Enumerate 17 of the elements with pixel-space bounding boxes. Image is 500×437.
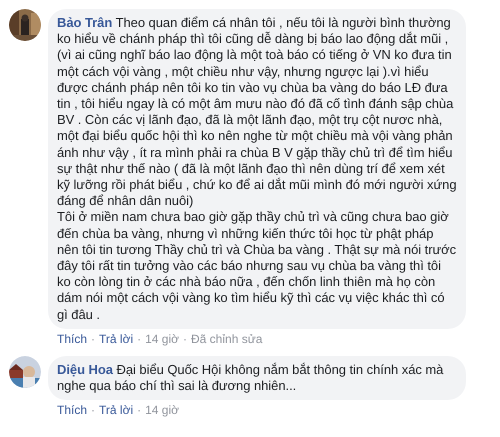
action-link[interactable]: Thích: [57, 403, 88, 418]
comment-text: Bảo Trân Theo quan điểm cá nhân tôi , nếu tôi là người bình thường ko hiểu về chánh pháp thì tôi cũng dễ dàng bị báo lao động dắt mũi , (vì ai cũng nghĩ báo lao động là một toà báo có tiếng ở VN ko đưa tin một cách vội vàng , một chiều như vậy, nhưng ngược lại ).vì hiểu được chánh pháp nên tôi ko tin vào vụ chùa ba vàng do báo LĐ đưa tin , tôi hiểu ngay là có một âm mưu nào đó đã cố tình đánh sập chùa BV . Còn các vị lãnh đạo, đã là một lãnh đạo, một trụ cột nươc nhà, một đại biểu quốc hội thì ko nên nghe từ một chiều mà vội vàng phản ánh như vậy , ít ra mình phải ra chùa B V gặp thầy chủ trì để tìm hiểu sự thật như thế nào ( đã là một lãnh đạo thì nên dùng trí để xem xét kỹ lưỡng rồi phát biểu , chứ ko để ai dắt mũi mình đó mới người xứng đáng để nhân dân nuôi): [57, 15, 458, 210]
action-link[interactable]: Thích: [57, 332, 88, 347]
meta-text: 14 giờ: [145, 403, 179, 418]
comment-text: Tôi ở miền nam chưa bao giờ gặp thầy chủ trì và cũng chưa bao giờ đến chùa ba vàng, nhưng vì những kiến thức tôi học từ phật pháp nên tôi tin tương Thầy chủ trì và Chùa ba vàng . Thật sự mà nói trước đây tôi rất tin tưởng vào các báo nhưng sau vụ chùa ba vàng thì tôi ko còn lòng tin ở các nhà báo nữa , đến chốn linh thiên mà họ còn dám nói một cách vội vàng ko tìm hiểu kỹ thì các vụ việc khác thì có gì đâu .: [57, 209, 458, 323]
comment-text: Diệu Hoa Đại biểu Quốc Hội không nắm bắt thông tin chính xác mà nghe qua báo chí thì sai là đương nhiên...: [57, 362, 444, 394]
separator-dot: ·: [137, 332, 142, 347]
author-link[interactable]: Bảo Trân: [57, 15, 112, 30]
separator-dot: ·: [91, 332, 96, 347]
author-link[interactable]: Diệu Hoa: [57, 362, 113, 377]
separator-dot: ·: [91, 403, 96, 418]
separator-dot: ·: [137, 403, 142, 418]
action-link[interactable]: Trả lời: [99, 403, 134, 418]
separator-dot: ·: [183, 332, 187, 347]
action-link[interactable]: Trả lời: [99, 332, 134, 347]
meta-text: Đã chỉnh sửa: [191, 332, 262, 347]
meta-text: 14 giờ: [145, 332, 179, 347]
